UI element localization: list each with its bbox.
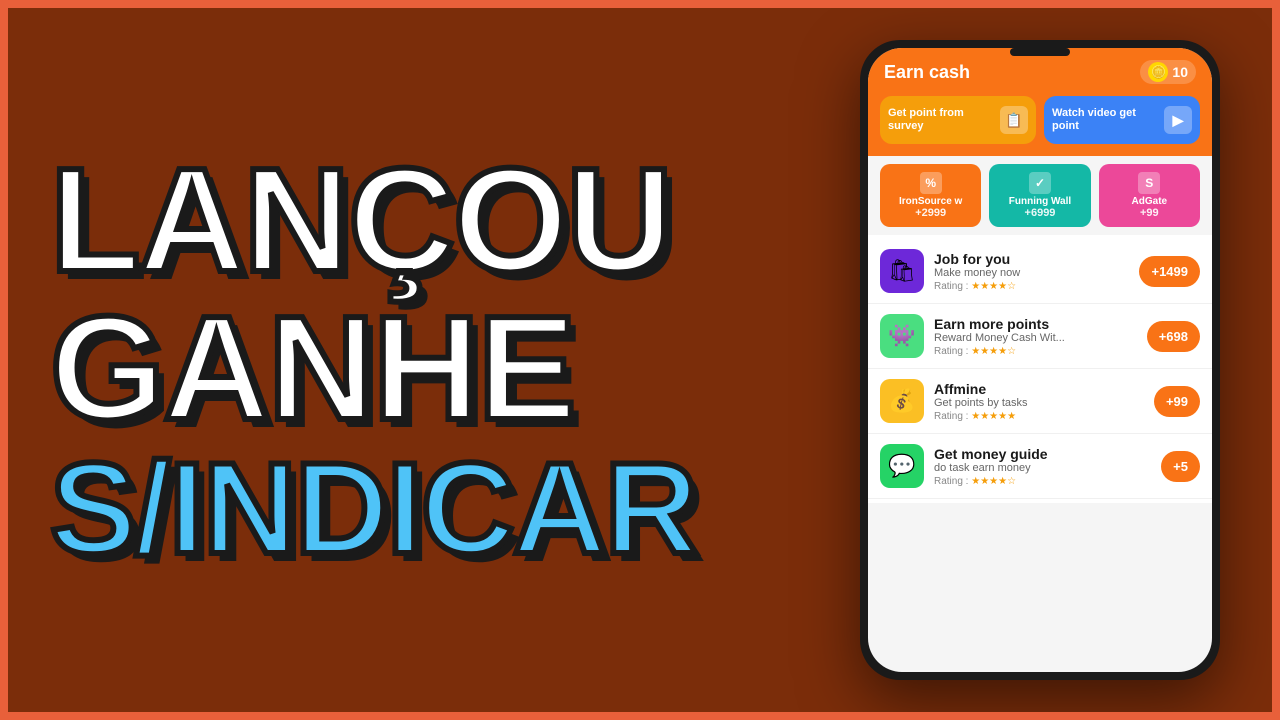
affmine-stars: ★★★★★ [971,411,1016,422]
title-line2: GANHE [50,295,790,443]
title-line3: S/INDICAR [50,443,790,573]
phone-outer: Earn cash 🪙 10 Get point from survey 📋 W… [860,40,1220,680]
job-desc: Make money now [934,267,1129,279]
coin-badge: 🪙 10 [1140,60,1196,84]
title-line1: LANÇOU [50,147,790,295]
job-icon: 🛍 [880,249,924,293]
earn-icon: 👾 [880,314,924,358]
left-section: LANÇOU GANHE S/INDICAR [30,20,810,700]
job-name: Job for you [934,251,1129,267]
coin-count: 10 [1172,64,1188,80]
guide-rating: Rating : ★★★★☆ [934,476,1151,487]
guide-stars: ★★★★☆ [971,476,1016,487]
earn-name: Earn more points [934,316,1137,332]
earn-info: Earn more points Reward Money Cash Wit..… [934,316,1137,357]
guide-info: Get money guide do task earn money Ratin… [934,446,1151,487]
adgate-icon: S [1138,172,1160,194]
provider-adgate[interactable]: S AdGate +99 [1099,164,1200,227]
guide-points: +5 [1161,451,1200,482]
affmine-name: Affmine [934,381,1144,397]
funning-points: +6999 [1025,207,1056,219]
coin-icon: 🪙 [1148,62,1168,82]
earn-rating: Rating : ★★★★☆ [934,346,1137,357]
video-icon: ▶ [1164,106,1192,134]
survey-label: Get point from survey [888,107,1000,133]
video-button[interactable]: Watch video get point ▶ [1044,96,1200,144]
list-item[interactable]: 👾 Earn more points Reward Money Cash Wit… [868,304,1212,369]
earn-stars: ★★★★☆ [971,346,1016,357]
ironsource-icon: % [920,172,942,194]
list-item[interactable]: 💬 Get money guide do task earn money Rat… [868,434,1212,499]
list-item[interactable]: 💰 Affmine Get points by tasks Rating : ★… [868,369,1212,434]
phone-container: Earn cash 🪙 10 Get point from survey 📋 W… [830,20,1250,700]
ironsource-name: IronSource w [899,196,962,207]
job-stars: ★★★★☆ [971,281,1016,292]
earn-desc: Reward Money Cash Wit... [934,332,1137,344]
guide-name: Get money guide [934,446,1151,462]
affmine-info: Affmine Get points by tasks Rating : ★★★… [934,381,1144,422]
guide-icon: 💬 [880,444,924,488]
funning-name: Funning Wall [1009,196,1071,207]
affmine-icon: 💰 [880,379,924,423]
earn-points: +698 [1147,321,1200,352]
phone-screen: Earn cash 🪙 10 Get point from survey 📋 W… [868,48,1212,672]
survey-button[interactable]: Get point from survey 📋 [880,96,1036,144]
app-title: Earn cash [884,62,970,83]
job-rating: Rating : ★★★★☆ [934,281,1129,292]
provider-ironsource[interactable]: % IronSource w +2999 [880,164,981,227]
provider-funning[interactable]: ✓ Funning Wall +6999 [989,164,1090,227]
button-row: Get point from survey 📋 Watch video get … [868,92,1212,156]
affmine-points: +99 [1154,386,1200,417]
video-label: Watch video get point [1052,107,1164,133]
phone-wrapper: Earn cash 🪙 10 Get point from survey 📋 W… [860,40,1220,680]
survey-icon: 📋 [1000,106,1028,134]
provider-row: % IronSource w +2999 ✓ Funning Wall +699… [868,156,1212,235]
job-info: Job for you Make money now Rating : ★★★★… [934,251,1129,292]
job-points: +1499 [1139,256,1200,287]
adgate-name: AdGate [1132,196,1168,207]
funning-icon: ✓ [1029,172,1051,194]
guide-desc: do task earn money [934,462,1151,474]
phone-notch [1010,48,1070,56]
adgate-points: +99 [1140,207,1159,219]
app-list: 🛍 Job for you Make money now Rating : ★★… [868,235,1212,503]
affmine-desc: Get points by tasks [934,397,1144,409]
list-item[interactable]: 🛍 Job for you Make money now Rating : ★★… [868,239,1212,304]
affmine-rating: Rating : ★★★★★ [934,411,1144,422]
ironsource-points: +2999 [915,207,946,219]
